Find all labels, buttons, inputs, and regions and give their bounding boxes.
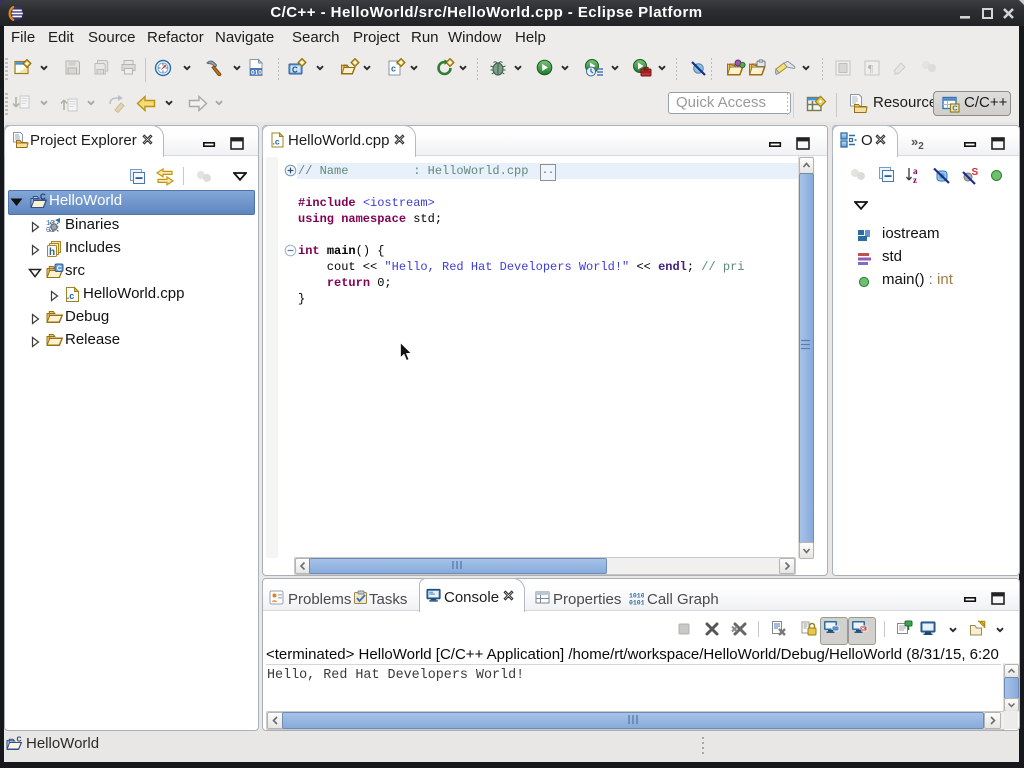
svg-text:1010: 1010: [629, 593, 644, 600]
svg-text:S: S: [972, 167, 979, 178]
svg-text:C: C: [952, 104, 958, 113]
svg-text:z: z: [913, 175, 917, 185]
svg-text:.c: .c: [67, 291, 75, 301]
svg-text:C: C: [292, 66, 298, 75]
svg-text:010: 010: [251, 70, 262, 77]
svg-text:.c: .c: [273, 137, 280, 147]
svg-text:h: h: [49, 247, 55, 257]
svg-text:C: C: [17, 737, 22, 744]
svg-text:C: C: [57, 265, 62, 272]
svg-text:0101: 0101: [629, 600, 644, 607]
svg-text:c: c: [391, 64, 396, 74]
svg-text:C: C: [40, 193, 46, 202]
svg-text:¶: ¶: [868, 63, 873, 75]
